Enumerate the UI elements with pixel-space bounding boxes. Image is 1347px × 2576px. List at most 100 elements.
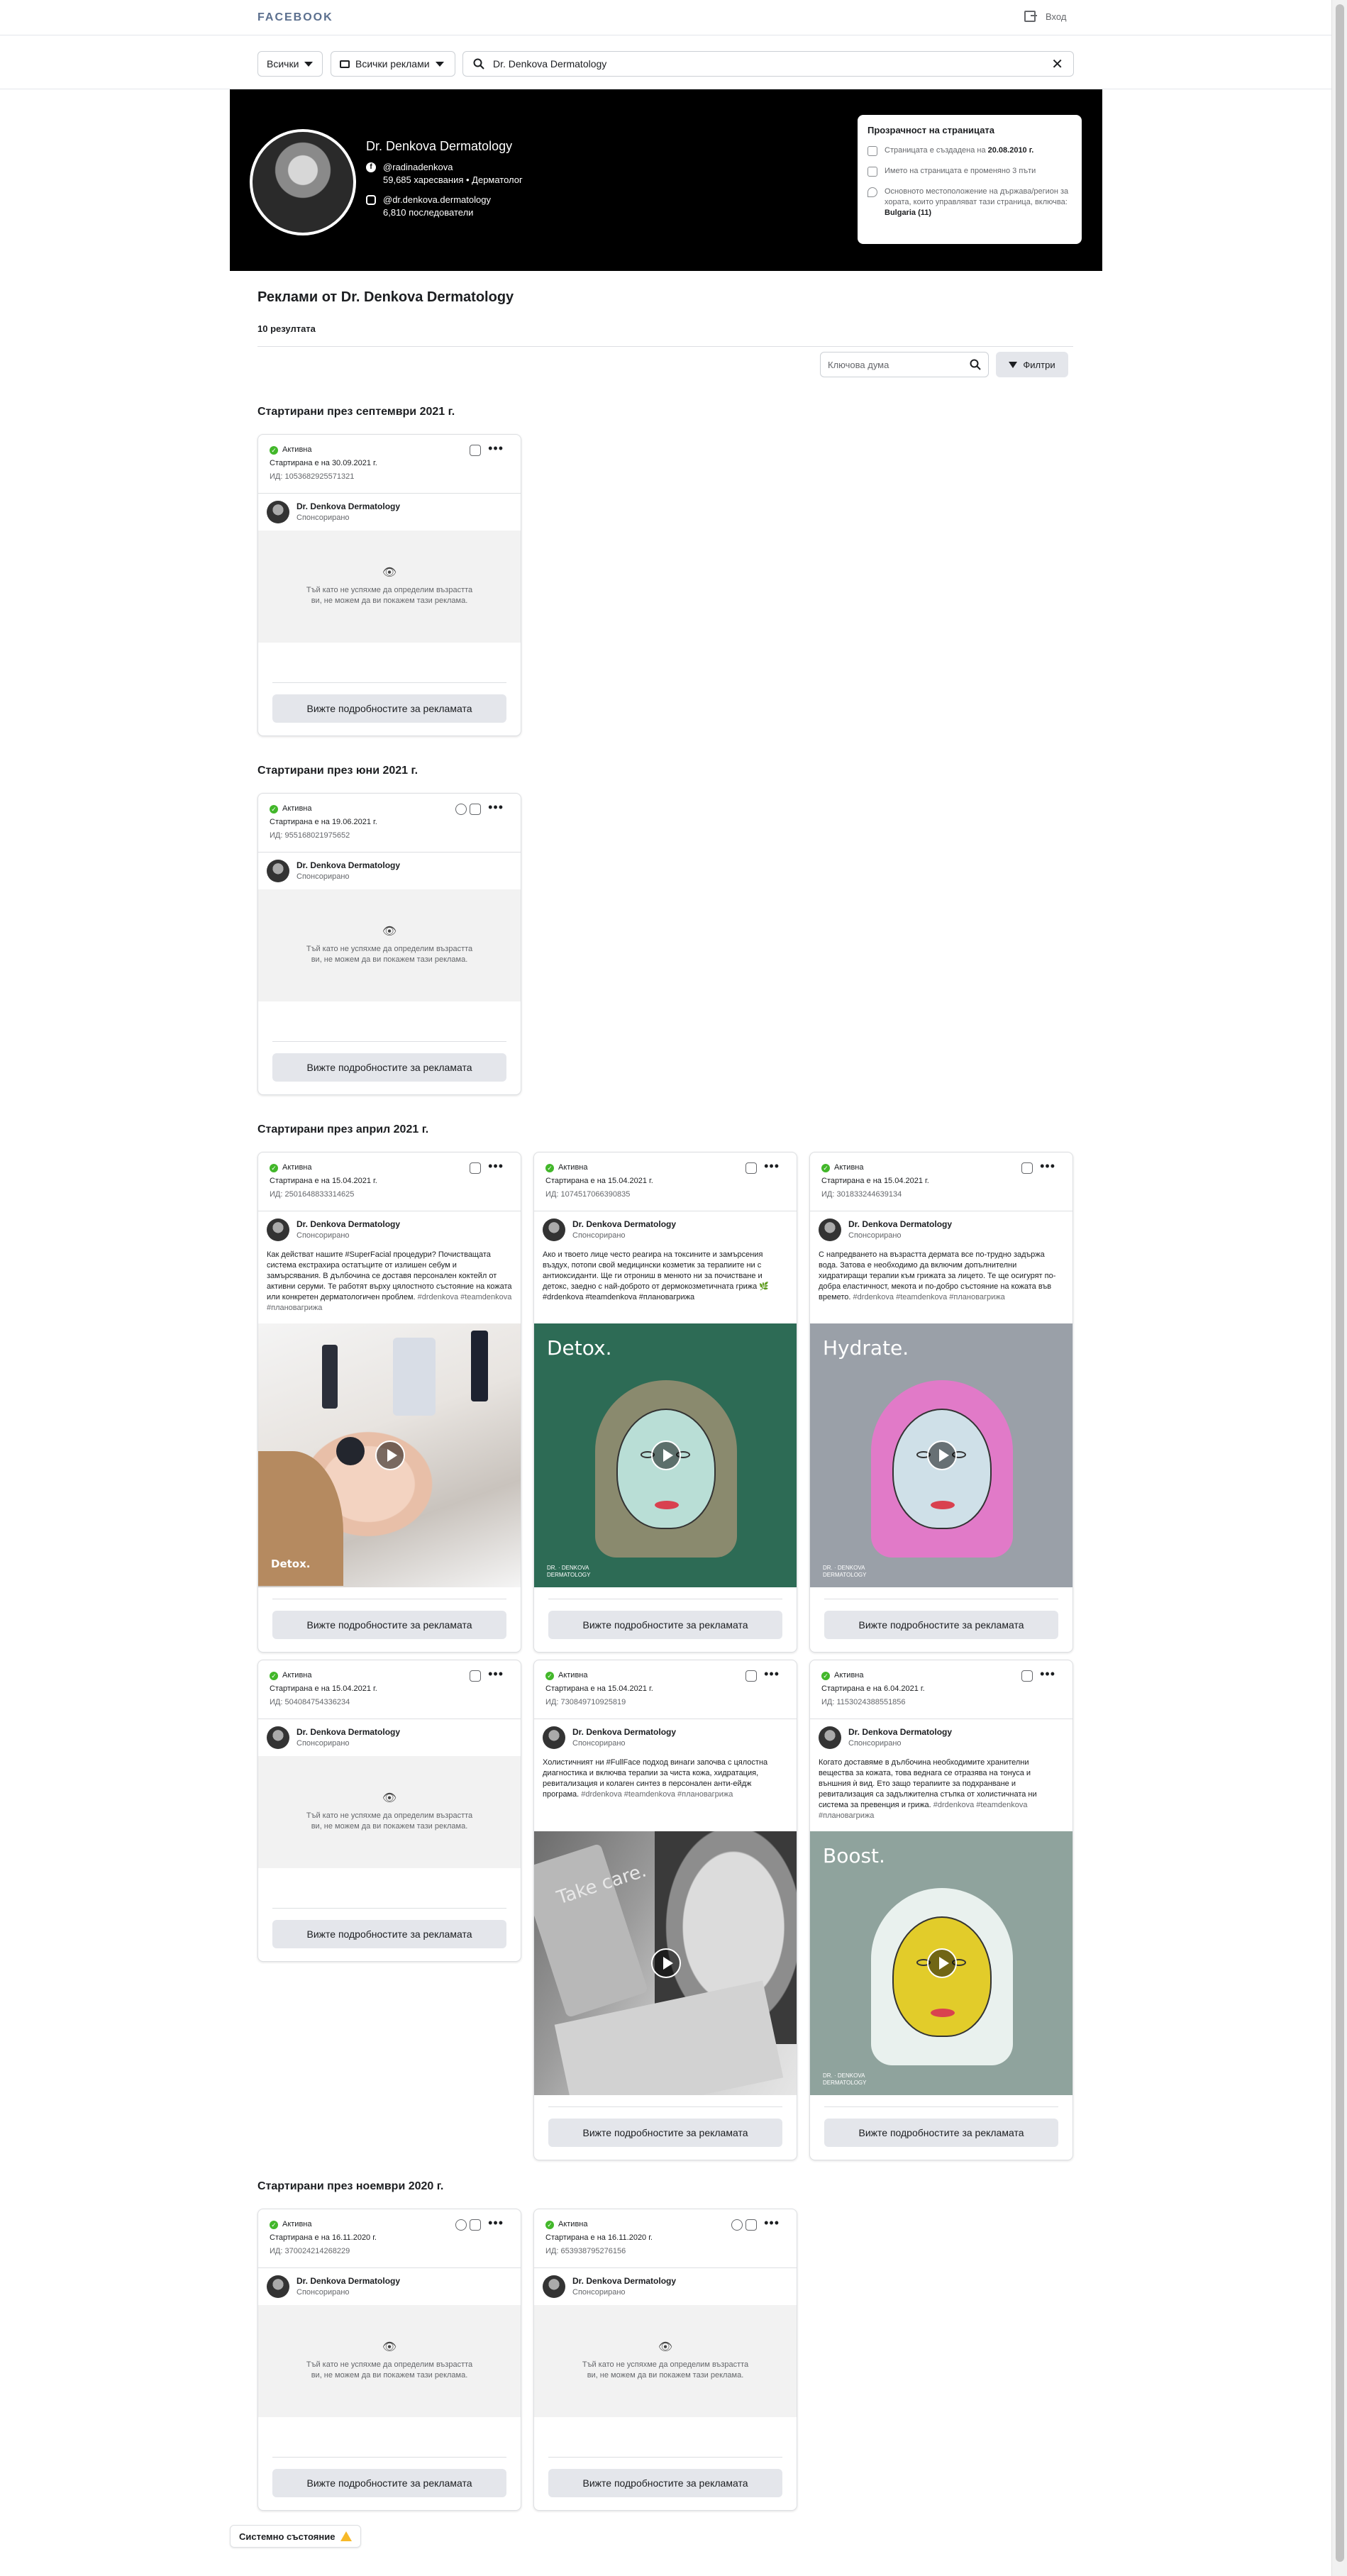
more-options-icon[interactable]: ••• bbox=[488, 2216, 504, 2230]
advertiser-name[interactable]: Dr. Denkova Dermatology bbox=[296, 2275, 400, 2287]
page-name[interactable]: Dr. Denkova Dermatology bbox=[366, 139, 512, 154]
advertiser-name[interactable]: Dr. Denkova Dermatology bbox=[296, 860, 400, 871]
more-options-icon[interactable]: ••• bbox=[1040, 1667, 1055, 1681]
details-button-label: Вижте подробностите за рекламата bbox=[306, 703, 472, 714]
search-value: Dr. Denkova Dermatology bbox=[493, 58, 607, 70]
advertiser-avatar[interactable] bbox=[267, 860, 289, 882]
country-dropdown[interactable]: Всички bbox=[257, 51, 323, 77]
ad-video-thumbnail[interactable]: Detox. DR. · DENKOVA DERMATOLOGY bbox=[534, 1323, 797, 1587]
more-options-icon[interactable]: ••• bbox=[488, 1160, 504, 1173]
keyword-search-input[interactable]: Ключова дума bbox=[820, 352, 989, 377]
ad-start-date: Стартирана е на 19.06.2021 г. bbox=[270, 818, 377, 826]
see-ad-details-button[interactable]: Вижте подробностите за рекламата bbox=[548, 1611, 782, 1639]
ad-hashtags: #drdenkova #teamdenkova #плановагрижа bbox=[581, 1790, 733, 1799]
details-button-label: Вижте подробностите за рекламата bbox=[306, 1062, 472, 1073]
status-label: Активна bbox=[834, 1671, 864, 1680]
advertiser-name[interactable]: Dr. Denkova Dermatology bbox=[572, 1218, 676, 1230]
ad-id: ИД: 301833244639134 bbox=[821, 1190, 902, 1199]
advertiser-avatar[interactable] bbox=[543, 1726, 565, 1749]
see-ad-details-button[interactable]: Вижте подробностите за рекламата bbox=[824, 1611, 1058, 1639]
advertiser-name[interactable]: Dr. Denkova Dermatology bbox=[296, 1218, 400, 1230]
advertiser-avatar[interactable] bbox=[267, 1218, 289, 1241]
ad-card: ✓ Активна Стартирана е на 19.06.2021 г. И… bbox=[257, 793, 521, 1095]
divider bbox=[548, 2457, 782, 2458]
ad-body-text: Холистичният ни #FullFace подход винаги … bbox=[534, 1756, 797, 1831]
advertiser-name[interactable]: Dr. Denkova Dermatology bbox=[848, 1218, 952, 1230]
more-options-icon[interactable]: ••• bbox=[764, 1160, 780, 1173]
advertiser-avatar[interactable] bbox=[543, 1218, 565, 1241]
check-circle-icon: ✓ bbox=[821, 1671, 830, 1680]
more-options-icon[interactable]: ••• bbox=[488, 801, 504, 814]
facebook-logo[interactable]: FACEBOOK bbox=[257, 11, 333, 24]
instagram-handle[interactable]: @dr.denkova.dermatology bbox=[383, 194, 491, 205]
advertiser-avatar[interactable] bbox=[819, 1218, 841, 1241]
ad-id: ИД: 730849710925819 bbox=[545, 1698, 626, 1706]
filters-button[interactable]: Филтри bbox=[996, 352, 1068, 377]
ad-id: ИД: 653938795276156 bbox=[545, 2247, 626, 2255]
facebook-stats: 59,685 харесвания • Дерматолог bbox=[383, 174, 523, 185]
clear-search-icon[interactable]: ✕ bbox=[1051, 55, 1063, 73]
see-ad-details-button[interactable]: Вижте подробностите за рекламата bbox=[272, 1611, 506, 1639]
ad-card-header: ✓ Активна Стартирана е на 15.04.2021 г. И… bbox=[810, 1153, 1072, 1211]
advertiser-avatar[interactable] bbox=[267, 501, 289, 523]
media-brand: DR. · DENKOVA DERMATOLOGY bbox=[823, 2072, 867, 2086]
page-header: Dr. Denkova Dermatology f @radinadenkova … bbox=[230, 89, 1102, 271]
see-ad-details-button[interactable]: Вижте подробностите за рекламата bbox=[548, 2119, 782, 2147]
ad-video-thumbnail[interactable]: Detox. bbox=[258, 1323, 521, 1587]
play-icon[interactable] bbox=[927, 1440, 957, 1470]
divider bbox=[548, 2106, 782, 2107]
see-ad-details-button[interactable]: Вижте подробностите за рекламата bbox=[272, 694, 506, 723]
ad-video-thumbnail[interactable]: Hydrate. DR. · DENKOVA DERMATOLOGY bbox=[810, 1323, 1072, 1587]
play-icon[interactable] bbox=[651, 1440, 681, 1470]
advertiser-name[interactable]: Dr. Denkova Dermatology bbox=[296, 501, 400, 512]
ad-start-date: Стартирана е на 15.04.2021 г. bbox=[545, 1684, 653, 1693]
ad-card-footer: Вижте подробностите за рекламата bbox=[810, 1587, 1072, 1652]
ad-card-footer: Вижте подробностите за рекламата bbox=[258, 2445, 521, 2510]
more-options-icon[interactable]: ••• bbox=[764, 2216, 780, 2230]
flag-icon bbox=[867, 146, 877, 156]
see-ad-details-button[interactable]: Вижте подробностите за рекламата bbox=[272, 1920, 506, 1948]
sponsored-label: Спонсорирано bbox=[296, 513, 350, 522]
sponsored-label: Спонсорирано bbox=[296, 1231, 350, 1240]
instagram-platform-icon bbox=[1021, 1162, 1033, 1174]
ad-start-date: Стартирана е на 16.11.2020 г. bbox=[545, 2233, 653, 2242]
play-icon[interactable] bbox=[651, 1948, 681, 1978]
login-link[interactable]: Вход bbox=[1024, 11, 1066, 22]
play-icon[interactable] bbox=[375, 1440, 405, 1470]
see-ad-details-button[interactable]: Вижте подробностите за рекламата bbox=[272, 1053, 506, 1082]
advertiser-avatar[interactable] bbox=[267, 2275, 289, 2298]
details-button-label: Вижте подробностите за рекламата bbox=[582, 1619, 748, 1631]
advertiser-name[interactable]: Dr. Denkova Dermatology bbox=[296, 1726, 400, 1738]
see-ad-details-button[interactable]: Вижте подробностите за рекламата bbox=[272, 2469, 506, 2497]
details-button-label: Вижте подробностите за рекламата bbox=[306, 2477, 472, 2489]
advertiser-avatar[interactable] bbox=[819, 1726, 841, 1749]
more-options-icon[interactable]: ••• bbox=[488, 442, 504, 455]
ad-video-thumbnail[interactable]: Boost. DR. · DENKOVA DERMATOLOGY bbox=[810, 1831, 1072, 2095]
facebook-handle[interactable]: @radinadenkova bbox=[383, 162, 453, 172]
search-input[interactable]: Dr. Denkova Dermatology ✕ bbox=[462, 51, 1074, 77]
system-status-button[interactable]: Системно състояние bbox=[230, 2525, 362, 2548]
keyword-placeholder: Ключова дума bbox=[828, 359, 889, 370]
ad-type-dropdown[interactable]: Всички реклами bbox=[331, 51, 455, 77]
search-icon bbox=[473, 58, 484, 70]
scrollbar-thumb[interactable] bbox=[1336, 4, 1344, 2562]
sponsored-label: Спонсорирано bbox=[296, 1739, 350, 1748]
device bbox=[393, 1338, 436, 1416]
advertiser-avatar[interactable] bbox=[543, 2275, 565, 2298]
see-ad-details-button[interactable]: Вижте подробностите за рекламата bbox=[824, 2119, 1058, 2147]
instagram-platform-icon bbox=[745, 2219, 757, 2231]
advertiser-name[interactable]: Dr. Denkova Dermatology bbox=[572, 2275, 676, 2287]
see-ad-details-button[interactable]: Вижте подробностите за рекламата bbox=[548, 2469, 782, 2497]
more-options-icon[interactable]: ••• bbox=[764, 1667, 780, 1681]
advertiser-name[interactable]: Dr. Denkova Dermatology bbox=[848, 1726, 952, 1738]
more-options-icon[interactable]: ••• bbox=[1040, 1160, 1055, 1173]
more-options-icon[interactable]: ••• bbox=[488, 1667, 504, 1681]
page-avatar bbox=[250, 129, 356, 235]
advertiser-avatar[interactable] bbox=[267, 1726, 289, 1749]
advertiser-row: Dr. Denkova Dermatology Спонсорирано bbox=[810, 1211, 1072, 1248]
advertiser-name[interactable]: Dr. Denkova Dermatology bbox=[572, 1726, 676, 1738]
ad-video-thumbnail[interactable]: Take care. bbox=[534, 1831, 797, 2095]
scrollbar[interactable] bbox=[1331, 0, 1347, 2576]
ad-id: ИД: 370024214268229 bbox=[270, 2247, 350, 2255]
play-icon[interactable] bbox=[927, 1948, 957, 1978]
